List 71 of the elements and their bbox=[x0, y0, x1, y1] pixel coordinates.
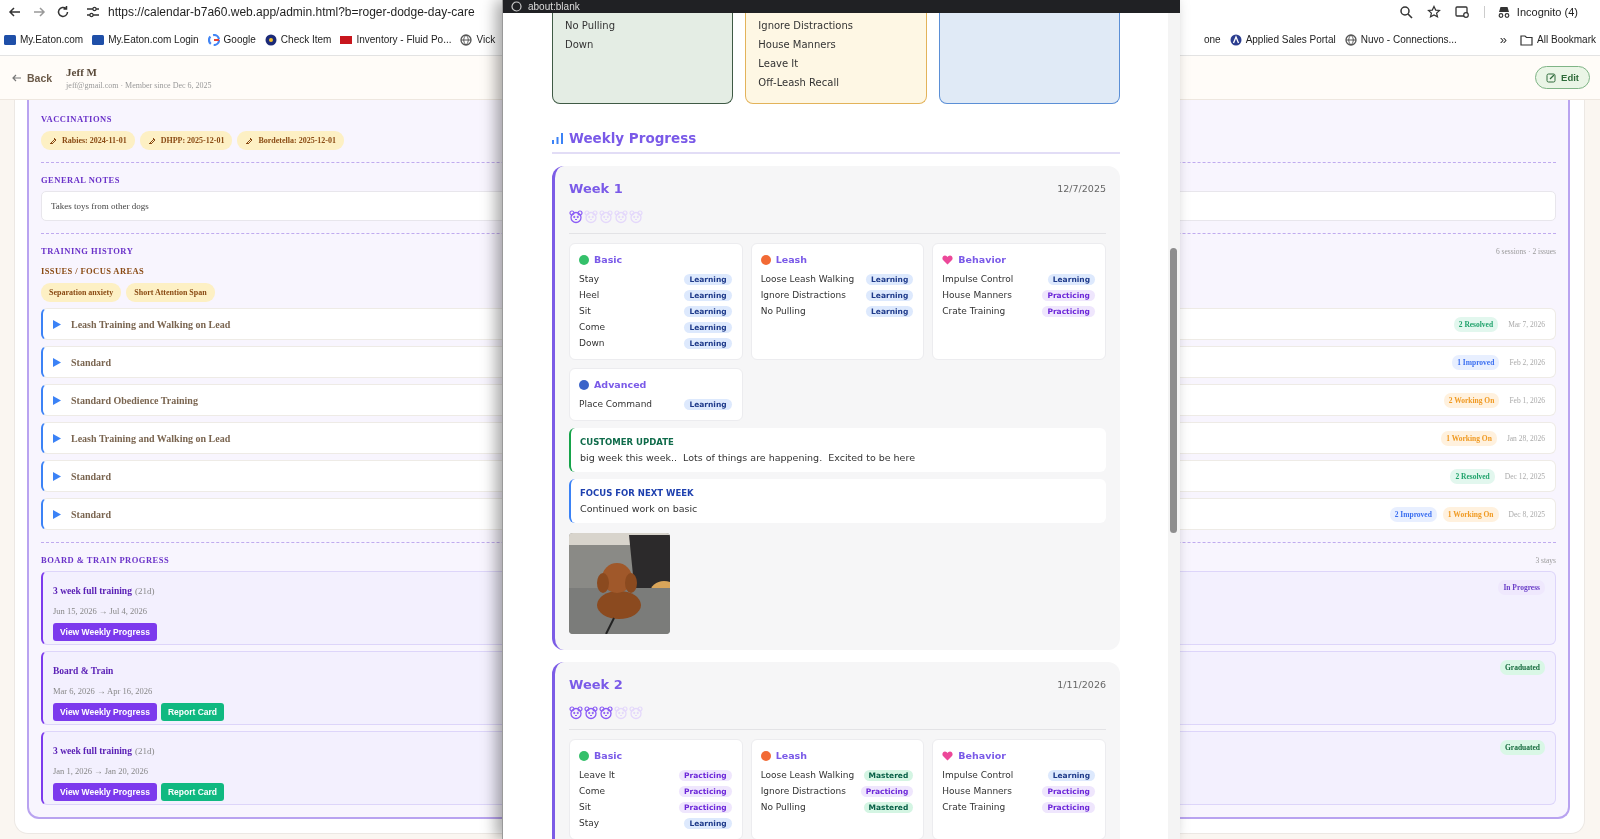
category-name: Behavior bbox=[958, 750, 1006, 761]
stay-dates: Mar 6, 2026 → Apr 16, 2026 bbox=[53, 686, 153, 696]
category-name: Advanced bbox=[594, 379, 647, 390]
stay-duration: (21d) bbox=[134, 586, 155, 596]
skill-name: Down bbox=[579, 338, 605, 348]
skill-name: Ignore Distractions bbox=[758, 19, 854, 33]
skill-name: Impulse Control bbox=[942, 274, 1014, 284]
vaccination-tag: Rabies: 2024-11-01 bbox=[41, 131, 135, 150]
section-heading: VACCINATIONS bbox=[41, 114, 112, 124]
skill-name: Loose Leash Walking bbox=[760, 770, 855, 780]
stay-title: Board & Train bbox=[53, 666, 114, 676]
session-title: Leash Training and Walking on Lead bbox=[71, 318, 231, 330]
stay-title: 3 week full training bbox=[53, 746, 132, 756]
skill-name: House Manners bbox=[942, 786, 1012, 796]
skill-name: Come bbox=[579, 786, 606, 796]
skill-name: Impulse Control bbox=[942, 770, 1014, 780]
category-name: Basic bbox=[594, 750, 623, 761]
skill-name: Heel bbox=[579, 290, 600, 300]
category-name: Leash bbox=[775, 750, 807, 761]
category-name: Leash bbox=[775, 254, 807, 265]
session-title: Leash Training and Walking on Lead bbox=[71, 432, 231, 444]
session-title: Standard Obedience Training bbox=[71, 394, 198, 406]
week-title: Week 2 bbox=[569, 677, 623, 692]
stay-title: 3 week full training bbox=[53, 586, 132, 596]
window-title: about:blank bbox=[528, 1, 580, 12]
note-text: Continued work on basic bbox=[580, 503, 699, 514]
client-name: Jeff M bbox=[66, 65, 98, 78]
skill-name: No Pulling bbox=[565, 19, 616, 33]
section-heading: Weekly Progress bbox=[569, 130, 697, 146]
skill-name: Stay bbox=[579, 274, 600, 284]
category-name: Behavior bbox=[958, 254, 1006, 265]
skill-name: Crate Training bbox=[942, 306, 1006, 316]
skill-name: Ignore Distractions bbox=[760, 786, 846, 796]
section-heading: GENERAL NOTES bbox=[41, 175, 120, 185]
skill-name: Down bbox=[565, 38, 595, 52]
session-title: Standard bbox=[71, 508, 111, 520]
skill-name: Place Command bbox=[579, 399, 653, 409]
skill-name: Stay bbox=[579, 818, 600, 828]
issue-tag: Separation anxiety bbox=[41, 283, 122, 302]
skill-name: House Manners bbox=[942, 290, 1012, 300]
stay-duration: (21d) bbox=[134, 746, 155, 756]
skill-name: No Pulling bbox=[760, 306, 806, 316]
skill-name: Ignore Distractions bbox=[760, 290, 846, 300]
week-title: Week 1 bbox=[569, 181, 623, 196]
section-heading: BOARD & TRAIN PROGRESS bbox=[41, 555, 170, 565]
skill-name: Crate Training bbox=[942, 802, 1006, 812]
skill-name: Leave It bbox=[758, 57, 800, 71]
session-title: Standard bbox=[71, 470, 111, 482]
stay-dates: Jan 1, 2026 → Jan 20, 2026 bbox=[53, 766, 148, 776]
skill-name: No Pulling bbox=[760, 802, 806, 812]
session-title: Standard bbox=[71, 356, 111, 368]
issue-tag: Short Attention Span bbox=[126, 283, 215, 302]
skill-name: Off-Leash Recall bbox=[758, 76, 840, 90]
skill-name: Sit bbox=[579, 802, 591, 812]
week-date: 1/11/2026 bbox=[1057, 679, 1106, 690]
skill-name: Sit bbox=[579, 306, 591, 316]
vaccination-tag: DHPP: 2025-12-01 bbox=[139, 131, 233, 150]
skill-name: Leave It bbox=[579, 770, 615, 780]
section-subheading: ISSUES / FOCUS AREAS bbox=[41, 266, 145, 276]
client-meta: jeff@gmail.com · Member since Dec 6, 2025 bbox=[66, 80, 212, 90]
category-name: Basic bbox=[594, 254, 623, 265]
skill-name: House Manners bbox=[758, 38, 837, 52]
url-text: https://calendar-b7a60.web.app/admin.html?b=roger-dodge-day-care bbox=[108, 5, 475, 19]
stay-dates: Jun 15, 2026 → Jul 4, 2026 bbox=[53, 606, 147, 616]
skill-name: Come bbox=[579, 322, 606, 332]
week-date: 12/7/2025 bbox=[1057, 183, 1106, 194]
skill-name: Loose Leash Walking bbox=[760, 274, 855, 284]
section-heading: TRAINING HISTORY bbox=[41, 246, 134, 256]
vaccination-tag: Bordetella: 2025-12-01 bbox=[237, 131, 344, 150]
note-heading: CUSTOMER UPDATE bbox=[580, 437, 675, 447]
note-text: big week this week.. Lots of things are happening. Excited to be here bbox=[580, 452, 916, 463]
